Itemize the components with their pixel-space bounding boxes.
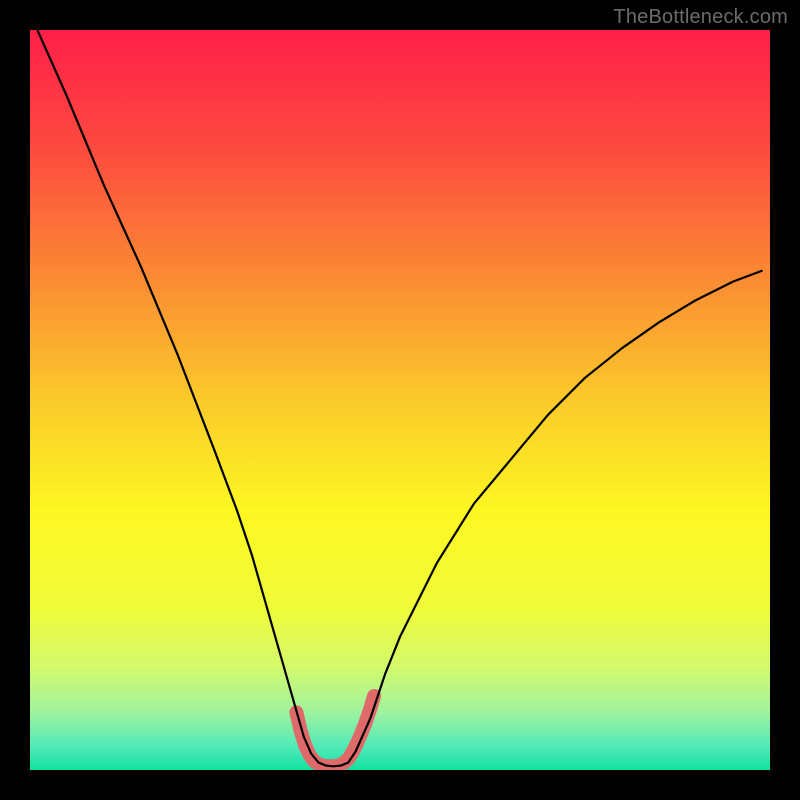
chart-background [30,30,770,770]
watermark-text: TheBottleneck.com [613,6,788,29]
chart-frame [30,30,770,770]
